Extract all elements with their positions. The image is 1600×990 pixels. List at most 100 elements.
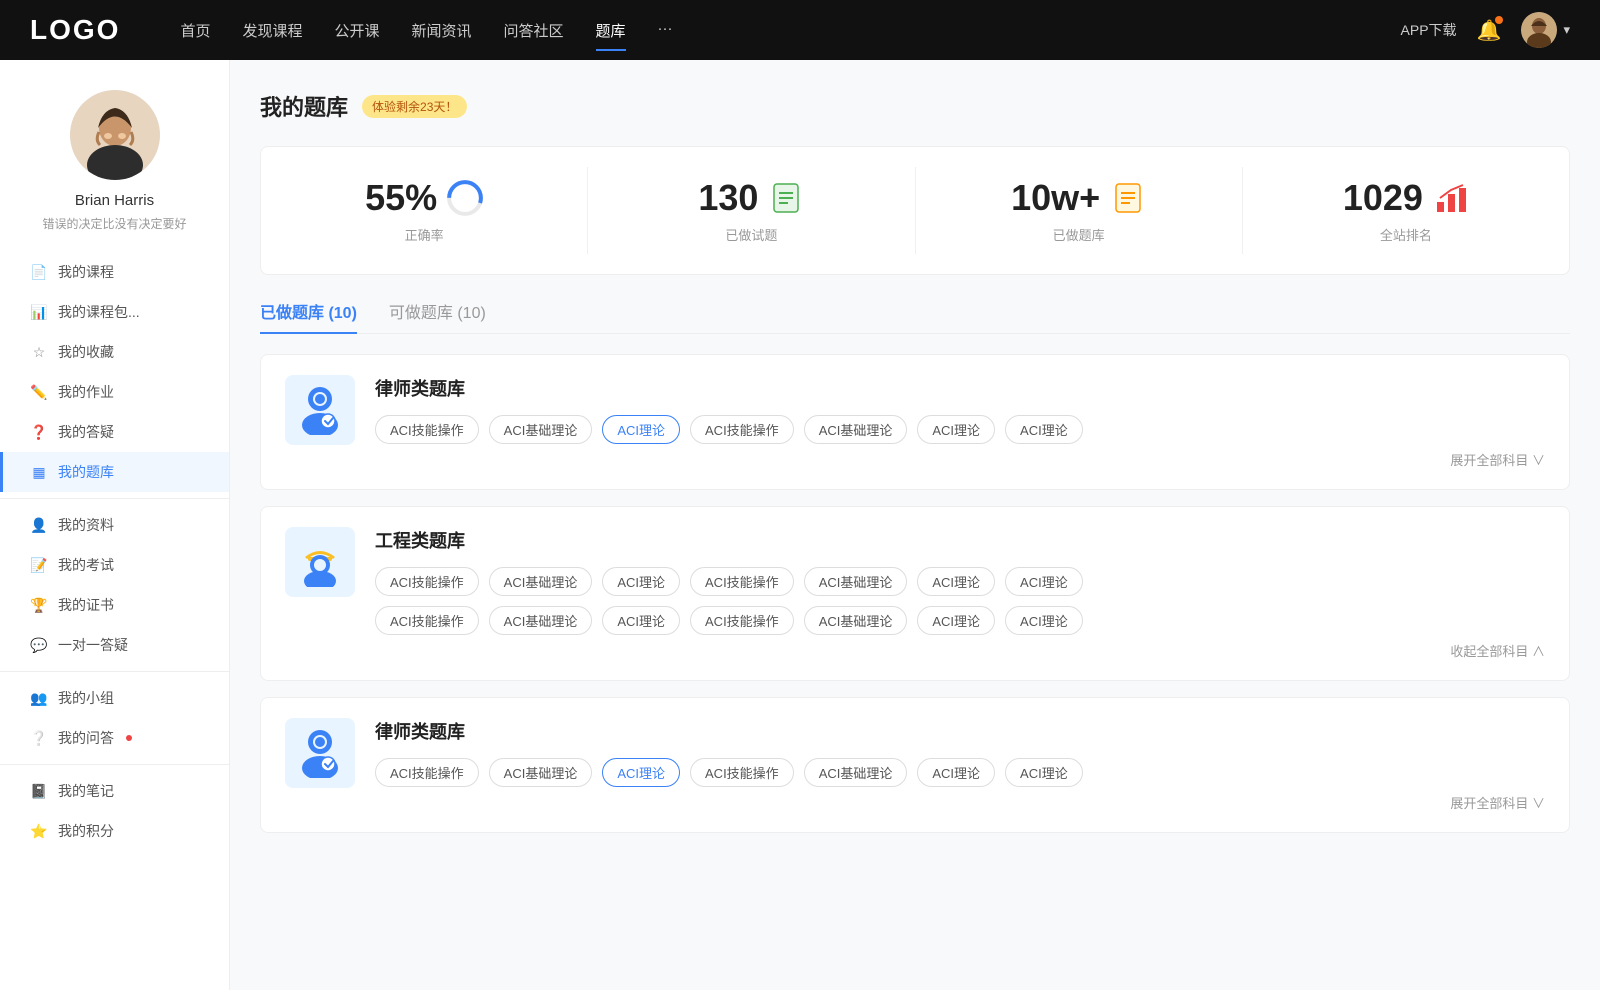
stat-value: 130 [698,177,758,219]
nav-item-发现课程[interactable]: 发现课程 [242,16,302,45]
nav-item-首页[interactable]: 首页 [180,16,210,45]
page-title: 我的题库 [260,90,348,122]
sidebar-divider [0,498,229,499]
sidebar-item-我的收藏[interactable]: ☆我的收藏 [0,332,229,372]
tag-item[interactable]: ACI技能操作 [375,606,479,635]
tag-item[interactable]: ACI理论 [602,606,680,635]
expand-link[interactable]: 展开全部科目 ∨ [1450,793,1545,812]
tab-item[interactable]: 可做题库 (10) [389,299,486,333]
tags-row: ACI技能操作 ACI基础理论 ACI理论 ACI技能操作 ACI基础理论 ACI理论 AC… [375,567,1545,596]
tag-item[interactable]: ACI技能操作 [375,567,479,596]
sidebar-item-我的考试[interactable]: 📝我的考试 [0,545,229,585]
engineer-icon [285,527,355,597]
tag-item[interactable]: ACI理论 [1005,758,1083,787]
nav-item-···[interactable]: ··· [658,16,673,45]
tag-item[interactable]: ACI理论 [602,415,680,444]
sidebar-item-我的课程[interactable]: 📄 我的课程 [0,252,229,292]
sidebar-item-我的小组[interactable]: 👥我的小组 [0,678,229,718]
tags-row: ACI技能操作 ACI基础理论 ACI理论 ACI技能操作 ACI基础理论 ACI理论 AC… [375,758,1545,787]
user-avatar-menu[interactable]: ▾ [1521,12,1570,48]
sidebar-item-我的证书[interactable]: 🏆 我的证书 [0,585,229,625]
tag-item[interactable]: ACI基础理论 [804,415,908,444]
tag-item[interactable]: ACI理论 [1005,606,1083,635]
nav-item-公开课[interactable]: 公开课 [334,16,379,45]
tag-item[interactable]: ACI基础理论 [489,758,593,787]
main-nav: 首页 发现课程 公开课 新闻资讯 问答社区 题库 ··· [180,16,1400,45]
tags-footer: 收起全部科目 ∧ [375,641,1545,660]
expand-link[interactable]: 展开全部科目 ∨ [1450,450,1545,469]
tag-item[interactable]: ACI基础理论 [489,606,593,635]
sidebar-item-一对一答疑[interactable]: 💬一对一答疑 [0,625,229,665]
tag-item[interactable]: ACI理论 [917,758,995,787]
file-icon: 📄 [30,263,48,281]
sidebar-item-label: 我的课程 [58,262,114,282]
sidebar-item-我的答疑[interactable]: ❓我的答疑 [0,412,229,452]
chat-icon: 💬 [30,636,48,654]
qbank-card-inner: 律师类题库ACI技能操作ACI基础理论ACI理论ACI技能操作ACI基础理论AC… [285,375,1545,469]
stat-icon [1110,180,1146,216]
stat-item: 130已做试题 [588,167,915,254]
edit-icon: ✏️ [30,383,48,401]
tag-item[interactable]: ACI理论 [602,567,680,596]
tag-item[interactable]: ACI基础理论 [804,606,908,635]
sidebar-item-我的问答[interactable]: ❔我的问答 [0,718,229,758]
profile-name: Brian Harris [75,192,154,209]
nav-item-题库[interactable]: 题库 [596,16,626,45]
stat-value: 1029 [1343,177,1423,219]
nav-item-新闻资讯[interactable]: 新闻资讯 [412,16,472,45]
tags-footer: 展开全部科目 ∨ [375,793,1545,812]
logo[interactable]: LOGO [30,14,120,46]
nav-item-问答社区[interactable]: 问答社区 [504,16,564,45]
stat-value: 55% [365,177,437,219]
sidebar-item-我的笔记[interactable]: 📓我的笔记 [0,771,229,811]
tab-item[interactable]: 已做题库 (10) [260,299,357,333]
user-icon: 👤 [30,516,48,534]
qbank-card: 律师类题库ACI技能操作ACI基础理论ACI理论ACI技能操作ACI基础理论AC… [260,354,1570,490]
header-right: APP下载 🔔 ▾ [1401,12,1570,48]
qbank-card: 工程类题库ACI技能操作ACI基础理论ACI理论ACI技能操作ACI基础理论AC… [260,506,1570,681]
sidebar-item-label: 我的证书 [58,595,114,615]
cert-icon: 🏆 [30,596,48,614]
tag-item[interactable]: ACI技能操作 [375,758,479,787]
tabs-row: 已做题库 (10) 可做题库 (10) [260,299,1570,334]
tag-item[interactable]: ACI理论 [1005,567,1083,596]
tag-item[interactable]: ACI理论 [917,606,995,635]
tag-item[interactable]: ACI基础理论 [489,415,593,444]
sidebar-item-我的积分[interactable]: ⭐我的积分 [0,811,229,851]
tag-item[interactable]: ACI理论 [1005,415,1083,444]
tags-footer: 展开全部科目 ∨ [375,450,1545,469]
sidebar-item-我的题库[interactable]: ▦我的题库 [0,452,229,492]
main-wrapper: Brian Harris 错误的决定比没有决定要好 📄我的课程📊我的课程包...… [0,60,1600,990]
tag-item[interactable]: ACI理论 [602,758,680,787]
sidebar-item-我的课程包...[interactable]: 📊我的课程包... [0,292,229,332]
tag-item[interactable]: ACI技能操作 [690,415,794,444]
main-content: 我的题库 体验剩余23天！ 55% 正确率130已做试题10w+已做题库1029… [230,60,1600,990]
app-download-button[interactable]: APP下载 [1401,20,1457,40]
collapse-link[interactable]: 收起全部科目 ∧ [1450,641,1545,660]
sidebar-item-label: 我的作业 [58,382,114,402]
qa-icon: ❔ [30,729,48,747]
sidebar-divider [0,671,229,672]
tag-item[interactable]: ACI基础理论 [804,567,908,596]
notification-dot [1495,16,1503,24]
tag-item[interactable]: ACI理论 [917,567,995,596]
notification-bell[interactable]: 🔔 [1477,18,1502,43]
tag-item[interactable]: ACI技能操作 [375,415,479,444]
tag-item[interactable]: ACI基础理论 [489,567,593,596]
qbank-body: 律师类题库ACI技能操作ACI基础理论ACI理论ACI技能操作ACI基础理论AC… [375,375,1545,469]
tag-item[interactable]: ACI技能操作 [690,606,794,635]
stat-label: 全站排名 [1380,225,1432,244]
qbank-card-inner: 律师类题库ACI技能操作ACI基础理论ACI理论ACI技能操作ACI基础理论AC… [285,718,1545,812]
tag-item[interactable]: ACI基础理论 [804,758,908,787]
tag-item[interactable]: ACI理论 [917,415,995,444]
sidebar-item-我的资料[interactable]: 👤我的资料 [0,505,229,545]
tag-item[interactable]: ACI技能操作 [690,758,794,787]
dropdown-arrow: ▾ [1563,22,1570,38]
lawyer-icon [285,375,355,445]
tag-item[interactable]: ACI技能操作 [690,567,794,596]
sidebar-menu: 📄 我的课程 📊我的课程包...☆我的收藏 ✏️ 我的作业 ❓我的答疑▦我的题库 👤我的资料… [0,252,229,851]
qbank-title: 律师类题库 [375,718,1545,744]
sidebar-item-我的作业[interactable]: ✏️ 我的作业 [0,372,229,412]
lawyer-icon [285,718,355,788]
qbank-body: 工程类题库ACI技能操作ACI基础理论ACI理论ACI技能操作ACI基础理论AC… [375,527,1545,660]
